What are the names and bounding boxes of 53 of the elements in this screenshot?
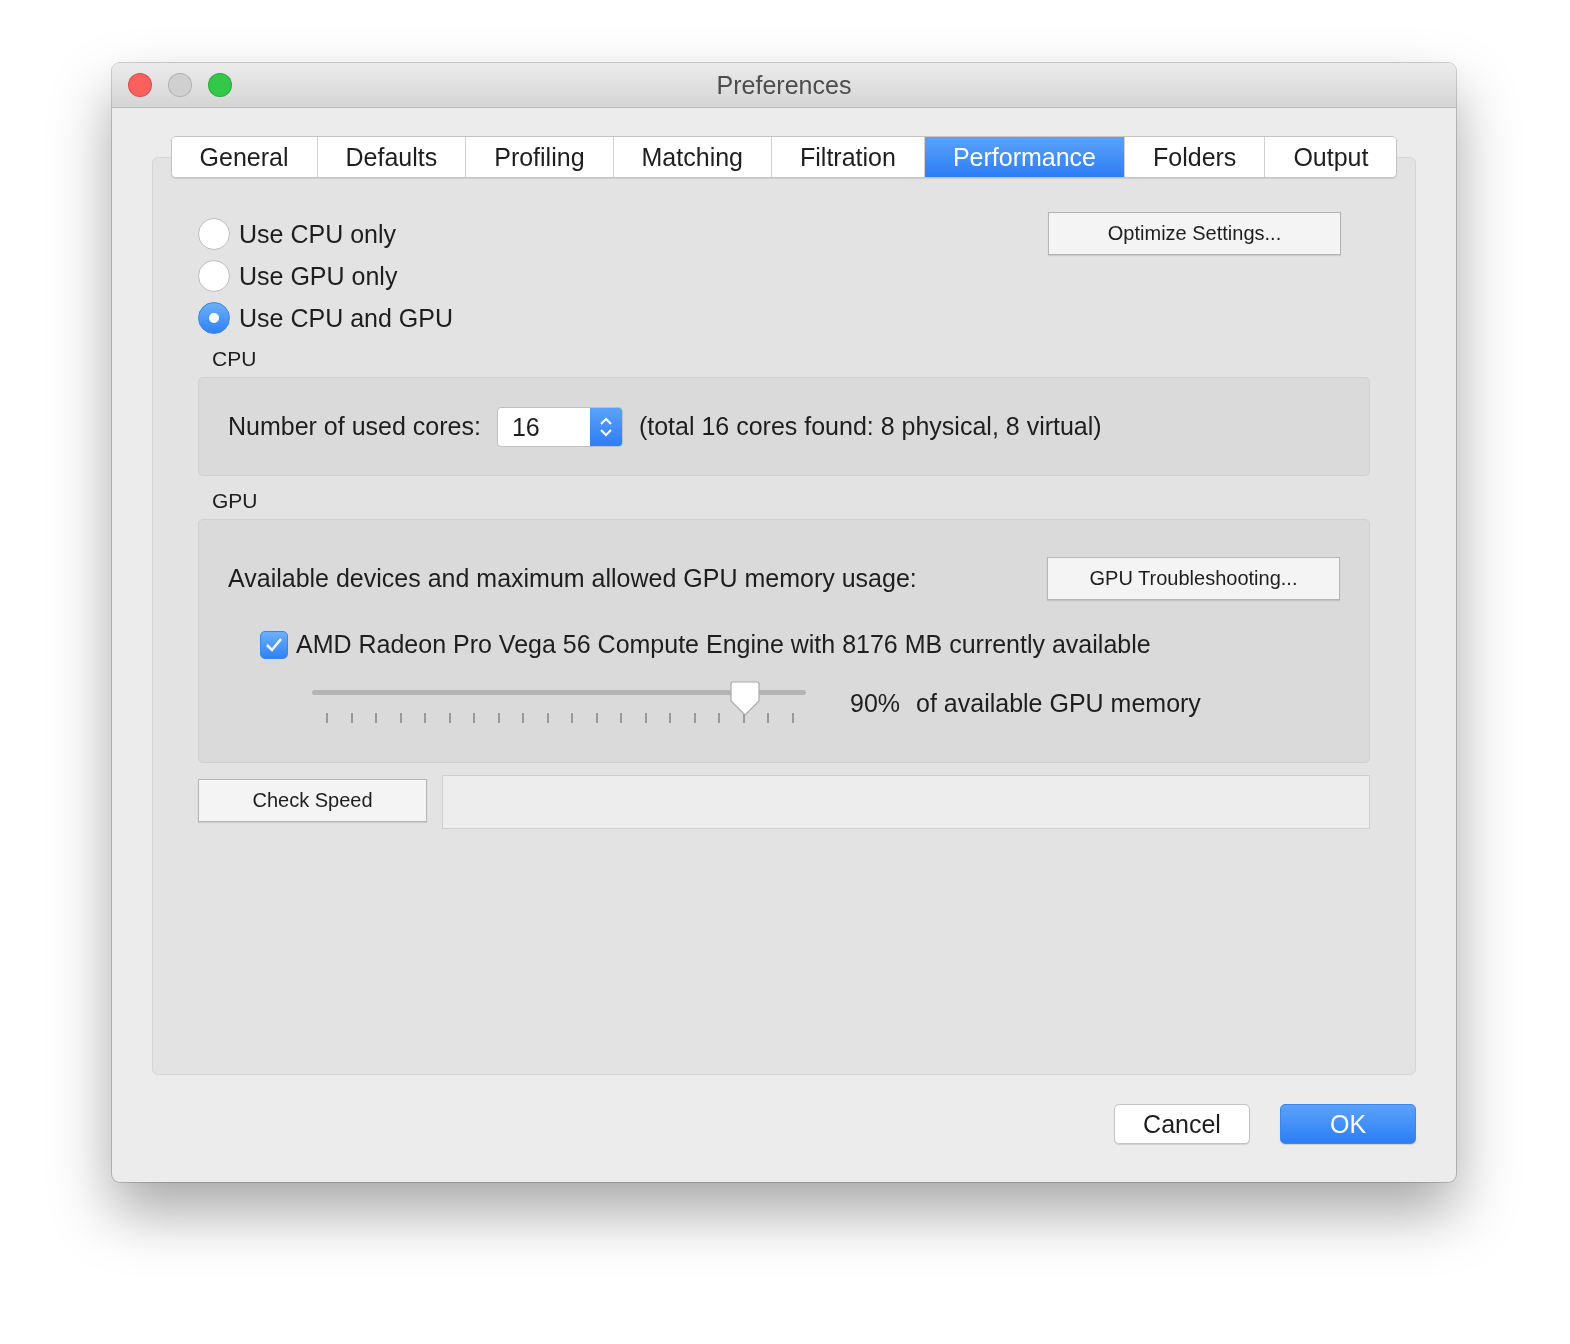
tick-mark: [375, 713, 378, 723]
memory-label: of available GPU memory: [916, 688, 1201, 718]
zoom-icon[interactable]: [208, 73, 232, 97]
tick-mark: [693, 713, 696, 723]
window-title: Preferences: [716, 70, 852, 99]
tick-mark: [571, 713, 574, 723]
tick-mark: [718, 713, 721, 723]
device-checkbox[interactable]: [260, 630, 288, 659]
radio-button[interactable]: [198, 218, 230, 250]
tick-mark: [473, 713, 476, 723]
cancel-button[interactable]: Cancel: [1114, 1104, 1250, 1144]
radio-label[interactable]: Use GPU only: [239, 261, 398, 291]
tab[interactable]: Matching: [613, 137, 772, 177]
close-icon[interactable]: [128, 73, 152, 97]
radio-label[interactable]: Use CPU and GPU: [239, 303, 453, 333]
cores-note: (total 16 cores found: 8 physical, 8 virtual): [638, 412, 1102, 441]
tick-mark: [767, 713, 770, 723]
tick-mark: [644, 713, 647, 723]
slider-thumb[interactable]: [729, 681, 762, 717]
check-speed-button[interactable]: Check Speed: [198, 779, 427, 822]
devices-label: Available devices and maximum allowed GPU memory usage:: [228, 564, 917, 593]
optimize-settings-button[interactable]: Optimize Settings...: [1048, 212, 1341, 255]
device-label[interactable]: AMD Radeon Pro Vega 56 Compute Engine with 8176 MB currently available: [296, 630, 1151, 659]
tick-mark: [522, 713, 525, 723]
radio-button[interactable]: [198, 260, 230, 292]
tick-mark: [326, 713, 328, 723]
group-title: CPU: [212, 347, 258, 371]
cores-label: Number of used cores:: [228, 412, 481, 441]
tick-mark: [497, 713, 500, 723]
gpu-troubleshooting-button[interactable]: GPU Troubleshooting...: [1047, 557, 1340, 600]
minimize-icon[interactable]: [168, 73, 192, 97]
tick-mark: [350, 713, 353, 723]
cores-stepper[interactable]: 16: [496, 406, 623, 447]
tick-mark: [399, 713, 402, 723]
tick-mark: [620, 713, 623, 723]
tab[interactable]: Defaults: [317, 137, 467, 177]
tab[interactable]: Output: [1265, 137, 1397, 177]
tick-mark: [792, 713, 794, 723]
tab[interactable]: General: [171, 137, 318, 177]
checkmark-icon: [265, 636, 283, 653]
tick-mark: [742, 713, 745, 723]
radio-label[interactable]: Use CPU only: [239, 219, 396, 249]
tick-mark: [424, 713, 427, 723]
tick-mark: [669, 713, 672, 723]
radio-button[interactable]: [198, 302, 230, 334]
tab[interactable]: Filtration: [772, 137, 925, 177]
tick-mark: [546, 713, 549, 723]
tab[interactable]: Profiling: [466, 137, 614, 177]
tick-mark: [595, 713, 598, 723]
tick-mark: [448, 713, 451, 723]
tab[interactable]: Folders: [1125, 137, 1266, 177]
group-title: GPU: [212, 489, 259, 513]
memory-percent: 90%: [850, 688, 901, 718]
